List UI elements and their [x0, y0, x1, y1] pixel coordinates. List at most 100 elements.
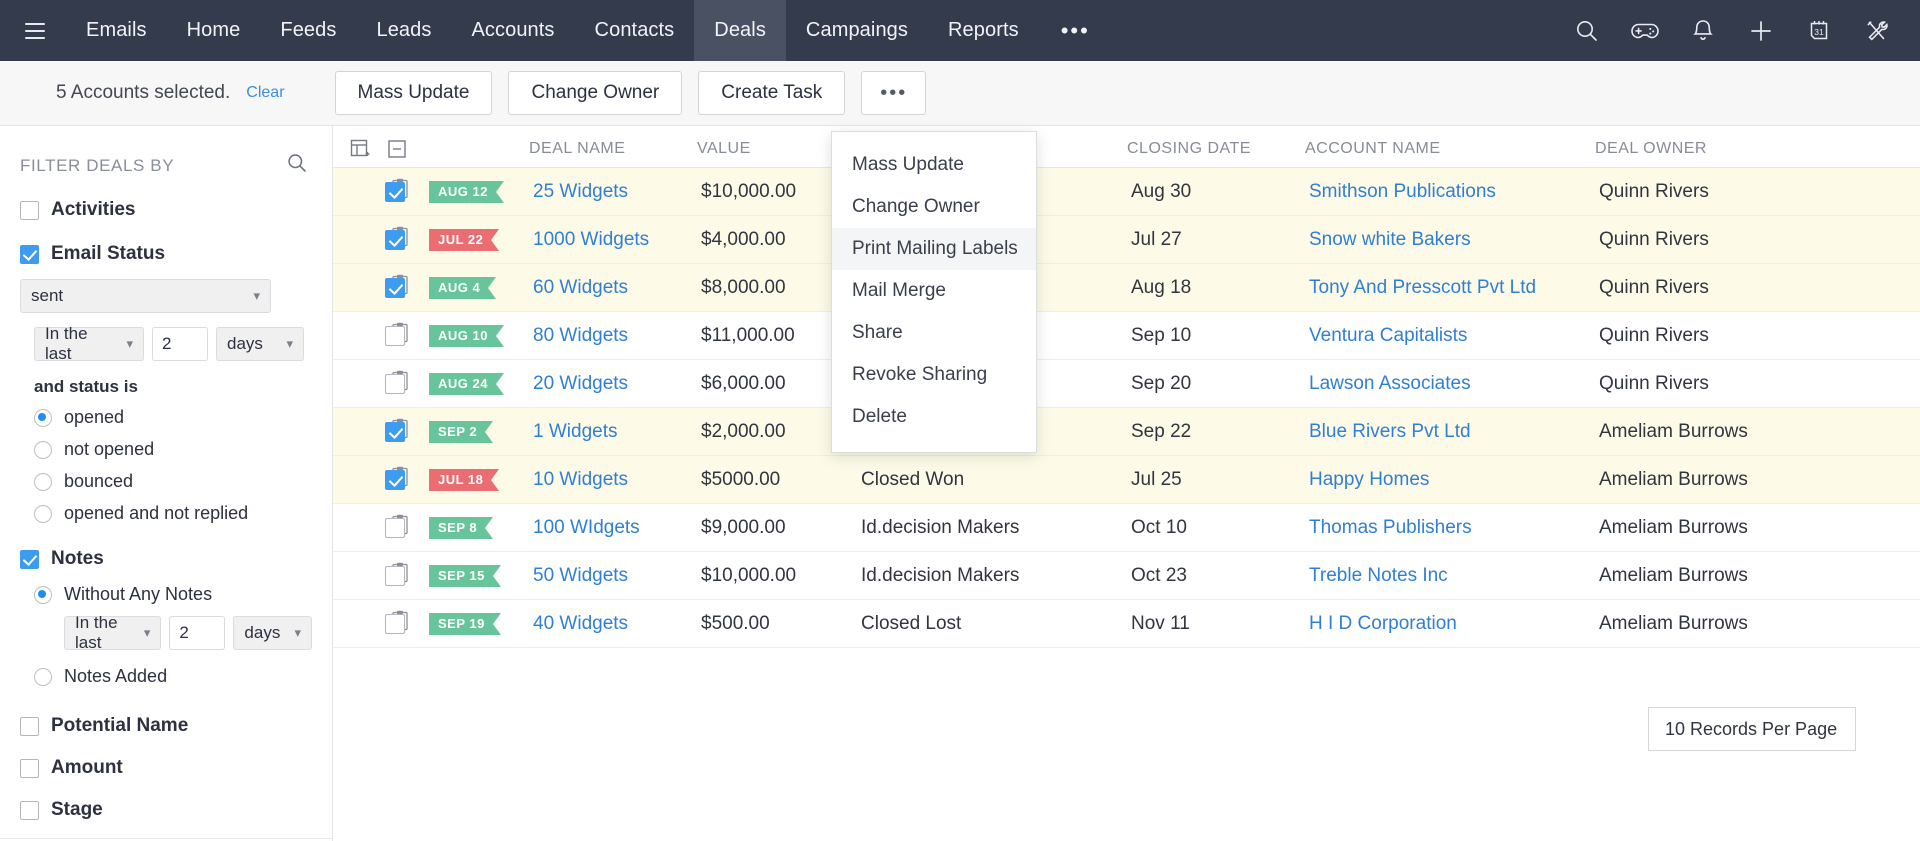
row-select-checkbox[interactable] — [385, 613, 405, 634]
table-header-account-name[interactable]: ACCOUNT NAME — [1305, 140, 1595, 158]
deal-name-link[interactable]: 1 Widgets — [533, 421, 617, 443]
email-status-option-bounced[interactable]: bounced — [34, 471, 312, 492]
email-status-checkbox[interactable] — [20, 244, 39, 264]
deal-name-link[interactable]: 1000 Widgets — [533, 229, 649, 251]
menu-item-change-owner[interactable]: Change Owner — [832, 186, 1036, 228]
row-select-checkbox[interactable] — [385, 277, 405, 298]
table-row[interactable]: AUG 1225 Widgets$10,000.00Id.decision Ma… — [333, 168, 1920, 216]
nav-item-leads[interactable]: Leads — [356, 0, 451, 61]
nav-item-emails[interactable]: Emails — [66, 0, 167, 61]
account-name-link[interactable]: Ventura Capitalists — [1309, 325, 1467, 347]
nav-item-deals[interactable]: Deals — [694, 0, 786, 61]
filter-stage[interactable]: Stage — [20, 799, 312, 821]
nav-item-feeds[interactable]: Feeds — [260, 0, 356, 61]
potential-name-checkbox[interactable] — [20, 716, 39, 736]
not-opened-radio[interactable] — [34, 440, 52, 459]
nav-item-campaings[interactable]: Campaings — [786, 0, 928, 61]
row-select-checkbox[interactable] — [385, 325, 405, 346]
notes-added-radio[interactable] — [34, 667, 52, 686]
opened-radio[interactable] — [34, 408, 52, 427]
email-status-count-input[interactable] — [152, 327, 208, 361]
email-status-period-select[interactable]: In the last ▾ — [34, 324, 144, 363]
table-header-closing-date[interactable]: CLOSING DATE — [1127, 140, 1305, 158]
notes-checkbox[interactable] — [20, 549, 39, 569]
table-row[interactable]: SEP 15 50 Widgets $10,000.00 Id.decision Ma… — [333, 552, 1920, 600]
notes-period-select[interactable]: In the last ▾ — [64, 613, 162, 652]
nav-item-home[interactable]: Home — [167, 0, 261, 61]
filter-search-icon[interactable] — [286, 152, 308, 179]
notes-option-added[interactable]: Notes Added — [20, 666, 312, 687]
table-row[interactable]: JUL 221000 Widgets$4,000.00Id.decision M… — [333, 216, 1920, 264]
row-select-checkbox[interactable] — [385, 469, 405, 490]
activities-checkbox[interactable] — [20, 200, 39, 220]
menu-item-revoke-sharing[interactable]: Revoke Sharing — [832, 354, 1036, 396]
nav-item-contacts[interactable]: Contacts — [575, 0, 695, 61]
filter-activities[interactable]: Activities — [20, 199, 312, 221]
deal-name-link[interactable]: 40 Widgets — [533, 613, 628, 635]
amount-checkbox[interactable] — [20, 758, 39, 778]
gamepad-icon[interactable] — [1630, 16, 1660, 46]
deal-name-link[interactable]: 20 Widgets — [533, 373, 628, 395]
account-name-link[interactable]: Blue Rivers Pvt Ltd — [1309, 421, 1471, 443]
plus-icon[interactable] — [1746, 16, 1776, 46]
account-name-link[interactable]: Thomas Publishers — [1309, 517, 1472, 539]
change-owner-button[interactable]: Change Owner — [508, 71, 683, 115]
email-status-unit-select[interactable]: days ▾ — [216, 327, 304, 361]
menu-item-share[interactable]: Share — [832, 312, 1036, 354]
mass-update-button[interactable]: Mass Update — [334, 71, 493, 115]
row-select-checkbox[interactable] — [385, 565, 405, 586]
account-name-link[interactable]: Snow white Bakers — [1309, 229, 1471, 251]
email-status-option-opened-not-replied[interactable]: opened and not replied — [34, 503, 312, 524]
deal-name-link[interactable]: 50 Widgets — [533, 565, 628, 587]
bell-icon[interactable] — [1688, 16, 1718, 46]
filter-amount[interactable]: Amount — [20, 757, 312, 779]
create-task-button[interactable]: Create Task — [698, 71, 846, 115]
search-icon[interactable] — [1572, 16, 1602, 46]
deal-name-link[interactable]: 100 WIdgets — [533, 517, 640, 539]
row-select-checkbox[interactable] — [385, 517, 405, 538]
row-select-checkbox[interactable] — [385, 373, 405, 394]
account-name-link[interactable]: Treble Notes Inc — [1309, 565, 1448, 587]
row-select-checkbox[interactable] — [385, 181, 405, 202]
tools-icon[interactable] — [1862, 16, 1892, 46]
nav-overflow-button[interactable]: ••• — [1039, 0, 1112, 61]
row-select-checkbox[interactable] — [385, 229, 405, 250]
hamburger-icon[interactable] — [18, 14, 52, 48]
notes-unit-select[interactable]: days ▾ — [233, 616, 312, 650]
table-row[interactable]: SEP 21 Widgets$2,000.00Value Proposition… — [333, 408, 1920, 456]
table-row[interactable]: SEP 8 100 WIdgets $9,000.00 Id.decision Mak… — [333, 504, 1920, 552]
account-name-link[interactable]: Smithson Publications — [1309, 181, 1496, 203]
clear-selection-link[interactable]: Clear — [246, 84, 284, 102]
opened-and-not-replied-radio[interactable] — [34, 504, 52, 523]
account-name-link[interactable]: Tony And Presscott Pvt Ltd — [1309, 277, 1536, 299]
account-name-link[interactable]: Lawson Associates — [1309, 373, 1471, 395]
email-status-option-not-opened[interactable]: not opened — [34, 439, 312, 460]
records-per-page-select[interactable]: 10 Records Per Page — [1648, 707, 1856, 751]
bounced-radio[interactable] — [34, 472, 52, 491]
menu-item-mail-merge[interactable]: Mail Merge — [832, 270, 1036, 312]
table-header-deal-name[interactable]: DEAL NAME — [529, 140, 697, 158]
row-select-checkbox[interactable] — [385, 421, 405, 442]
deal-name-link[interactable]: 10 Widgets — [533, 469, 628, 491]
deal-name-link[interactable]: 80 Widgets — [533, 325, 628, 347]
table-row[interactable]: JUL 18 10 Widgets $5000.00 Closed Won Jul 25… — [333, 456, 1920, 504]
notes-option-without-any[interactable]: Without Any Notes — [20, 584, 312, 605]
email-status-option-opened[interactable]: opened — [34, 407, 312, 428]
stage-checkbox[interactable] — [20, 800, 39, 820]
without-any-notes-radio[interactable] — [34, 585, 52, 604]
calendar-icon[interactable]: 31 — [1804, 16, 1834, 46]
menu-item-mass-update[interactable]: Mass Update — [832, 144, 1036, 186]
menu-item-delete[interactable]: Delete — [832, 396, 1036, 438]
table-row[interactable]: AUG 1080 Widgets$11,000.00Value Proposit… — [333, 312, 1920, 360]
notes-count-input[interactable] — [169, 616, 226, 650]
filter-notes[interactable]: Notes — [20, 548, 312, 570]
account-name-link[interactable]: Happy Homes — [1309, 469, 1429, 491]
email-status-select[interactable]: sent ▾ — [20, 279, 271, 313]
filter-potential-name[interactable]: Potential Name — [20, 715, 312, 737]
more-actions-button[interactable]: ••• — [861, 71, 927, 115]
deal-name-link[interactable]: 25 Widgets — [533, 181, 628, 203]
account-name-link[interactable]: H I D Corporation — [1309, 613, 1457, 635]
add-column-icon[interactable] — [349, 138, 371, 160]
deal-name-link[interactable]: 60 Widgets — [533, 277, 628, 299]
table-header-deal-owner[interactable]: DEAL OWNER — [1595, 140, 1835, 158]
